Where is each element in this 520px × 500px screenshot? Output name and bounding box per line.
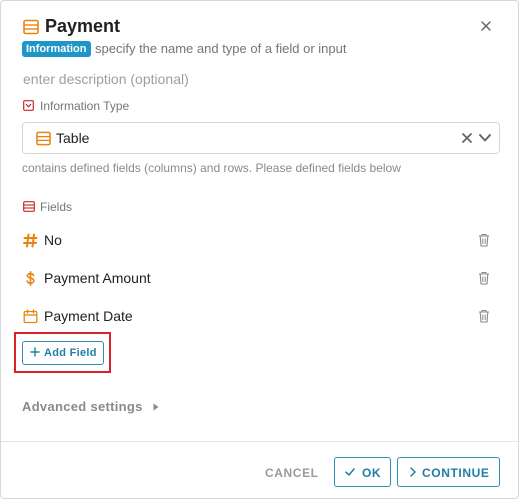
trash-icon[interactable] — [478, 233, 490, 247]
fields-list-icon — [23, 201, 35, 212]
advanced-settings-toggle[interactable]: Advanced settings — [22, 399, 143, 414]
information-type-helper: contains defined fields (columns) and ro… — [22, 161, 401, 175]
caret-right-icon[interactable] — [153, 403, 159, 411]
hash-icon — [23, 233, 38, 248]
trash-icon[interactable] — [478, 271, 490, 285]
field-item[interactable]: Payment Date — [23, 307, 499, 327]
table-icon — [23, 19, 39, 35]
fields-label: Fields — [40, 200, 73, 214]
information-type-value: Table — [56, 130, 90, 146]
payment-dialog: Payment Information specify the name and… — [0, 0, 520, 499]
check-icon — [345, 468, 355, 476]
field-label: Payment Amount — [44, 270, 151, 286]
calendar-icon — [23, 309, 38, 324]
add-field-label: Add Field — [44, 347, 97, 359]
cancel-button[interactable]: CANCEL — [265, 466, 319, 480]
dialog-subtitle: specify the name and type of a field or … — [95, 41, 347, 56]
information-type-label: Information Type — [40, 99, 130, 113]
clear-icon[interactable] — [461, 132, 473, 144]
continue-button[interactable]: CONTINUE — [397, 457, 500, 487]
add-field-button[interactable]: Add Field — [22, 341, 104, 365]
ok-button[interactable]: OK — [334, 457, 391, 487]
field-item[interactable]: No — [23, 231, 499, 251]
continue-label: CONTINUE — [422, 466, 490, 480]
dollar-icon — [26, 271, 35, 286]
table-icon — [36, 131, 51, 146]
field-item[interactable]: Payment Amount — [23, 269, 499, 289]
field-label: Payment Date — [44, 308, 133, 324]
information-badge: Information — [22, 41, 91, 57]
ok-label: OK — [362, 466, 382, 480]
field-label: No — [44, 232, 62, 248]
description-input[interactable]: enter description (optional) — [23, 71, 189, 87]
close-icon[interactable] — [479, 19, 493, 33]
dropdown-box-icon — [23, 100, 34, 111]
footer-divider — [1, 441, 520, 442]
chevron-right-icon — [410, 467, 416, 477]
chevron-down-icon[interactable] — [478, 132, 492, 144]
dialog-title: Payment — [45, 16, 121, 36]
information-type-select[interactable]: Table — [22, 122, 500, 154]
plus-icon — [30, 347, 40, 357]
trash-icon[interactable] — [478, 309, 490, 323]
